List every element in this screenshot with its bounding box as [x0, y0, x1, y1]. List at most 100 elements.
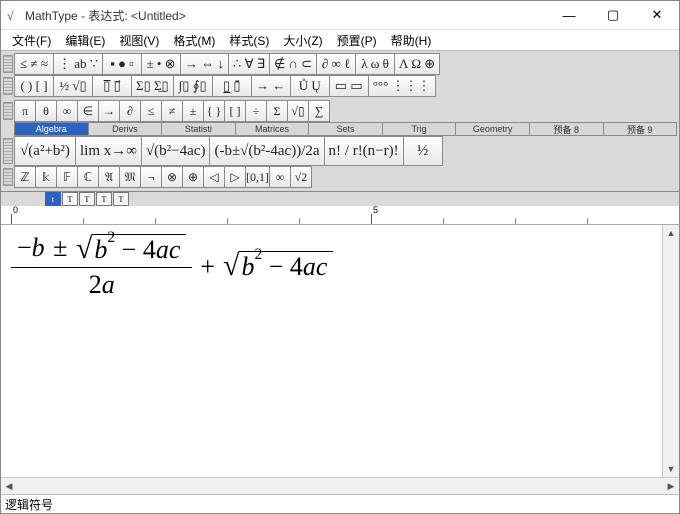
menu-format[interactable]: 格式(M) — [166, 31, 222, 50]
sym-triR[interactable]: ▷ — [224, 166, 246, 188]
sym-misc[interactable]: ∂ ∞ ℓ — [316, 53, 356, 75]
tpl-fences[interactable]: ( ) [ ] — [14, 75, 54, 97]
pal-brack[interactable]: [ ] — [224, 100, 246, 122]
pal-le[interactable]: ≤ — [140, 100, 162, 122]
sym-inf2[interactable]: ∞ — [269, 166, 291, 188]
tab-algebra[interactable]: Algebra — [14, 122, 89, 136]
pal-sum[interactable]: ∑ — [308, 100, 330, 122]
pal-partial[interactable]: ∂ — [119, 100, 141, 122]
sym-greek-upper[interactable]: Λ Ω ⊕ — [394, 53, 440, 75]
sym-oplus[interactable]: ⊕ — [182, 166, 204, 188]
sym-bbZ[interactable]: ℤ — [14, 166, 36, 188]
tab-statistics[interactable]: Statisti — [161, 122, 236, 136]
close-button[interactable]: ✕ — [635, 1, 679, 29]
expr-discrim[interactable]: √(b²−4ac) — [141, 136, 211, 166]
tpl-arrows[interactable]: → ← — [251, 75, 291, 97]
pal-inf[interactable]: ∞ — [56, 100, 78, 122]
expr-limit[interactable]: lim x→∞ — [75, 136, 142, 166]
menu-preset[interactable]: 预置(P) — [330, 31, 384, 50]
sym-sets[interactable]: ∉ ∩ ⊂ — [269, 53, 317, 75]
menu-file[interactable]: 文件(F) — [5, 31, 58, 50]
pal-div[interactable]: ÷ — [245, 100, 267, 122]
vertical-scrollbar[interactable]: ▲ ▼ — [662, 225, 679, 477]
sqrt-term: √ b2 − 4ac — [223, 251, 333, 282]
category-tabs: Algebra Derivs Statisti Matrices Sets Tr… — [3, 122, 677, 136]
sym-relations[interactable]: ≤ ≠ ≈ — [14, 53, 54, 75]
grip-icon[interactable] — [3, 77, 13, 95]
sym-greek-lower[interactable]: λ ω θ — [355, 53, 395, 75]
grip-icon[interactable] — [3, 168, 13, 186]
sym-otimes[interactable]: ⊗ — [161, 166, 183, 188]
window-title: MathType - 表达式: <Untitled> — [25, 7, 547, 24]
tpl-accent[interactable]: Ů Ų — [290, 75, 330, 97]
tpl-dots[interactable]: °°° ⋮⋮⋮ — [368, 75, 436, 97]
pal-theta[interactable]: θ — [35, 100, 57, 122]
status-bar: 逻辑符号 — [1, 494, 679, 513]
scroll-up-icon[interactable]: ▲ — [663, 225, 679, 241]
scroll-left-icon[interactable]: ◀ — [1, 478, 17, 494]
sym-logic[interactable]: ∴ ∀ ∃ — [228, 53, 270, 75]
menu-size[interactable]: 大小(Z) — [276, 31, 329, 50]
pal-arrow[interactable]: → — [98, 100, 120, 122]
tab-geometry[interactable]: Geometry — [455, 122, 530, 136]
expr-binom[interactable]: n! / r!(n−r)! — [324, 136, 404, 166]
menu-view[interactable]: 视图(V) — [112, 31, 166, 50]
grip-icon[interactable] — [3, 102, 13, 120]
expr-quadratic[interactable]: (-b±√(b²-4ac))/2a — [209, 136, 324, 166]
sym-operators[interactable]: ± • ⊗ — [141, 53, 181, 75]
tab-matrices[interactable]: Matrices — [235, 122, 310, 136]
grip-icon[interactable] — [3, 138, 13, 164]
sym-bbk[interactable]: 𝕜 — [35, 166, 57, 188]
tpl-matrix[interactable]: ▭ ▭ — [329, 75, 369, 97]
menubar: 文件(F) 编辑(E) 视图(V) 格式(M) 样式(S) 大小(Z) 预置(P… — [1, 30, 679, 51]
sym-bbF[interactable]: 𝔽 — [56, 166, 78, 188]
sym-arrows[interactable]: → ⇔ ↓ — [180, 53, 229, 75]
pal-pi[interactable]: π — [14, 100, 36, 122]
sym-triL[interactable]: ◁ — [203, 166, 225, 188]
sizetab-1[interactable]: t — [45, 192, 61, 206]
tpl-bar[interactable]: ▯̅ ▯⃗ — [92, 75, 132, 97]
tpl-frac[interactable]: ½ √▯ — [53, 75, 93, 97]
pal-pm[interactable]: ± — [182, 100, 204, 122]
sizetab-5[interactable]: T — [113, 192, 129, 206]
expr-pythag[interactable]: √(a²+b²) — [14, 136, 76, 166]
pal-ne[interactable]: ≠ — [161, 100, 183, 122]
tpl-sum[interactable]: Σ▯ Σ̲▯ — [131, 75, 174, 97]
tab-preset9[interactable]: 预备 9 — [603, 122, 678, 136]
sym-not[interactable]: ¬ — [140, 166, 162, 188]
pal-sqrt[interactable]: √▯ — [287, 100, 309, 122]
expr-half[interactable]: ½ — [403, 136, 443, 166]
sym-spaces[interactable]: ⋮ ab ∵ — [53, 53, 103, 75]
horizontal-scrollbar[interactable]: ◀ ▶ — [1, 477, 679, 494]
sym-shapes[interactable]: ▪ ● ▫ — [102, 53, 142, 75]
sizetab-4[interactable]: T — [96, 192, 112, 206]
tpl-under[interactable]: ▯̲ ▯̄ — [212, 75, 252, 97]
tab-sets[interactable]: Sets — [308, 122, 383, 136]
maximize-button[interactable]: ▢ — [591, 1, 635, 29]
pal-sigma[interactable]: Σ — [266, 100, 288, 122]
scroll-down-icon[interactable]: ▼ — [663, 461, 679, 477]
ruler[interactable]: 0 5 — [1, 206, 679, 225]
scroll-right-icon[interactable]: ▶ — [663, 478, 679, 494]
tpl-integral[interactable]: ∫▯ ∮▯ — [173, 75, 213, 97]
menu-style[interactable]: 样式(S) — [222, 31, 276, 50]
menu-edit[interactable]: 编辑(E) — [58, 31, 112, 50]
sym-frakA[interactable]: 𝔄 — [98, 166, 120, 188]
pal-brace[interactable]: { } — [203, 100, 225, 122]
tab-derivs[interactable]: Derivs — [88, 122, 163, 136]
menu-help[interactable]: 帮助(H) — [384, 31, 439, 50]
expression-shortcuts: √(a²+b²) lim x→∞ √(b²−4ac) (-b±√(b²-4ac)… — [3, 136, 677, 166]
sizetab-2[interactable]: T — [62, 192, 78, 206]
sym-sqrt2[interactable]: √2 — [290, 166, 312, 188]
sym-frakM[interactable]: 𝔐 — [119, 166, 141, 188]
tab-preset8[interactable]: 预备 8 — [529, 122, 604, 136]
equation-canvas[interactable]: −b ± √ b2 − 4ac 2a + √ b2 − 4ac — [1, 225, 662, 477]
pal-in[interactable]: ∈ — [77, 100, 99, 122]
minimize-button[interactable]: — — [547, 1, 591, 29]
grip-icon[interactable] — [3, 55, 13, 73]
equation: −b ± √ b2 − 4ac 2a + √ b2 − 4ac — [11, 233, 333, 300]
sym-bbC[interactable]: ℂ — [77, 166, 99, 188]
sizetab-3[interactable]: T — [79, 192, 95, 206]
sym-ivl[interactable]: [0,1] — [245, 166, 270, 188]
tab-trig[interactable]: Trig — [382, 122, 457, 136]
